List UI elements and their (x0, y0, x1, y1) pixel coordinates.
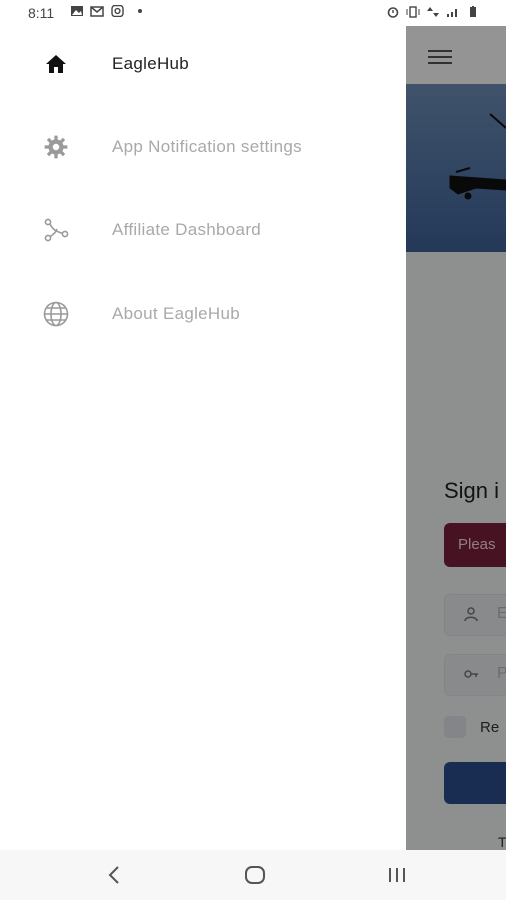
drawer-item-label: App Notification settings (112, 137, 302, 156)
drawer-item-affiliate-dashboard[interactable]: Affiliate Dashboard (0, 200, 406, 260)
home-icon (42, 50, 70, 78)
navigation-drawer: EagleHub App Notification settings Affil… (0, 26, 406, 850)
drawer-item-notification-settings[interactable]: App Notification settings (0, 117, 406, 177)
status-bar: 8:11 (0, 0, 506, 26)
drawer-item-label: About EagleHub (112, 304, 241, 323)
recents-button[interactable] (385, 863, 409, 887)
drawer-item-eaglehub[interactable]: EagleHub (0, 34, 406, 94)
vibrate-icon (406, 6, 420, 18)
notification-icons (70, 5, 142, 17)
drawer-item-about[interactable]: About EagleHub (0, 284, 406, 344)
home-nav-icon (245, 866, 265, 884)
recents-icon (389, 868, 405, 882)
status-time: 8:11 (28, 5, 55, 21)
affiliate-icon (42, 216, 70, 244)
signal-icon (447, 9, 457, 17)
more-dot-icon (138, 9, 142, 13)
drawer-scrim[interactable] (406, 26, 506, 850)
data-icon (427, 7, 439, 17)
gear-icon (42, 133, 70, 161)
home-nav-button[interactable] (243, 863, 267, 887)
drawer-item-label: EagleHub (112, 54, 190, 73)
globe-icon (42, 300, 70, 328)
system-icons (386, 6, 480, 18)
alarm-icon (387, 7, 399, 18)
instagram-icon (111, 5, 124, 17)
mail-icon (90, 6, 104, 17)
image-icon (71, 6, 83, 16)
battery-icon (470, 6, 476, 17)
drawer-item-label: Affiliate Dashboard (112, 220, 262, 239)
back-button[interactable] (102, 863, 126, 887)
chevron-left-icon (108, 866, 119, 884)
system-nav-bar (0, 850, 506, 900)
